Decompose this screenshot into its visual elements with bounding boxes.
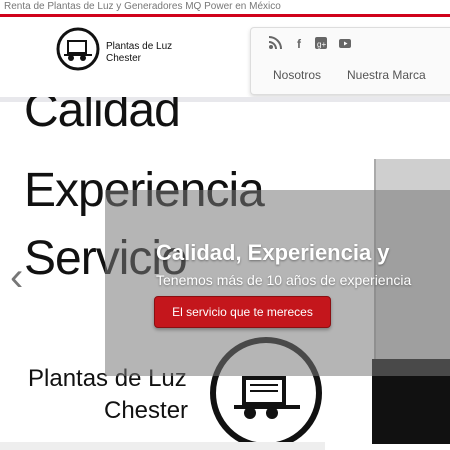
logo-text: Plantas de Luz Chester [106, 41, 172, 65]
svg-text:g+: g+ [317, 40, 326, 49]
google-plus-icon[interactable]: g+ [313, 36, 329, 52]
site-header: Plantas de Luz Chester f g+ Nosotros Nue… [0, 17, 450, 97]
nav-nosotros[interactable]: Nosotros [273, 68, 321, 82]
hero-word-calidad: Calidad [24, 97, 181, 137]
cta-button[interactable]: El servicio que te mereces [154, 296, 331, 328]
nav-nuestra-marca[interactable]: Nuestra Marca [347, 68, 426, 82]
bottom-strip [0, 442, 325, 450]
tagline: Renta de Plantas de Luz y Generadores MQ… [4, 1, 281, 12]
prev-slide-arrow-icon[interactable]: ‹ [10, 257, 23, 297]
top-bar: Renta de Plantas de Luz y Generadores MQ… [0, 0, 450, 14]
slide-caption-subtitle: Tenemos más de 10 años de experiencia [156, 272, 412, 288]
site-logo[interactable]: Plantas de Luz Chester [56, 27, 206, 73]
generator-logo-icon [56, 27, 100, 71]
rss-icon[interactable] [267, 36, 283, 52]
logo-line2: Chester [106, 53, 142, 64]
slide-caption-title: Calidad, Experiencia y [156, 240, 390, 265]
logo-line1: Plantas de Luz [106, 41, 173, 52]
facebook-icon[interactable]: f [291, 36, 307, 52]
hero-logo-line2: Chester [104, 397, 189, 424]
nav-box: f g+ Nosotros Nuestra Marca [250, 27, 450, 95]
youtube-icon[interactable] [337, 36, 353, 52]
